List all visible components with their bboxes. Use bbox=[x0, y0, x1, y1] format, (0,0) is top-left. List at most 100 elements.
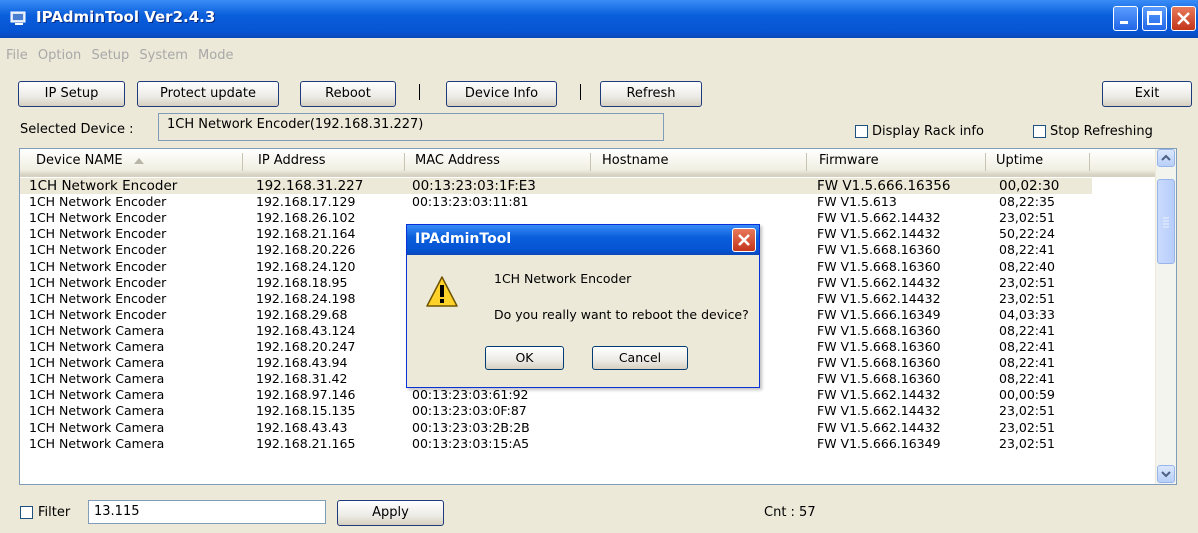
cell-name: 1CH Network Encoder bbox=[29, 306, 167, 322]
cell-fw: FW V1.5.662.14432 bbox=[817, 210, 941, 226]
cell-up: 08,22:41 bbox=[999, 355, 1055, 371]
minimize-icon bbox=[1120, 21, 1128, 24]
scroll-thumb[interactable] bbox=[1157, 179, 1175, 264]
chevron-down-icon bbox=[1161, 471, 1171, 478]
cell-name: 1CH Network Camera bbox=[29, 419, 165, 435]
cell-up: 00,02:30 bbox=[999, 178, 1060, 194]
dialog-cancel-button[interactable]: Cancel bbox=[592, 346, 688, 370]
ip-setup-button[interactable]: IP Setup bbox=[18, 81, 125, 107]
dialog-ok-button[interactable]: OK bbox=[485, 346, 564, 370]
scroll-down-button[interactable] bbox=[1157, 465, 1175, 483]
cell-ip: 192.168.24.198 bbox=[256, 290, 356, 306]
cell-mac: 00:13:23:03:0F:87 bbox=[412, 403, 527, 419]
cell-ip: 192.168.26.102 bbox=[256, 210, 356, 226]
cell-name: 1CH Network Encoder bbox=[29, 290, 167, 306]
cell-ip: 192.168.17.129 bbox=[256, 194, 356, 210]
cell-name: 1CH Network Camera bbox=[29, 403, 165, 419]
table-row[interactable]: 1CH Network Encoder 192.168.17.129 00:13:2… bbox=[20, 194, 1156, 210]
cell-fw: FW V1.5.662.14432 bbox=[817, 274, 941, 290]
menu-file[interactable]: File bbox=[6, 48, 28, 63]
close-icon bbox=[1177, 12, 1190, 25]
cell-ip: 192.168.43.94 bbox=[256, 355, 348, 371]
title-bar: IPAdminTool Ver2.4.3 bbox=[0, 0, 1198, 38]
reboot-confirm-dialog: IPAdminTool 1CH Network Encoder Do you r… bbox=[406, 224, 760, 388]
cell-up: 08,22:40 bbox=[999, 258, 1055, 274]
sort-ascending-icon bbox=[133, 157, 144, 164]
table-row[interactable]: 1CH Network Camera 192.168.43.43 00:13:23:… bbox=[20, 420, 1156, 436]
cell-fw: FW V1.5.668.16360 bbox=[817, 242, 941, 258]
cell-name: 1CH Network Encoder bbox=[29, 258, 167, 274]
device-info-button[interactable]: Device Info bbox=[446, 81, 557, 107]
cell-fw: FW V1.5.668.16360 bbox=[817, 258, 941, 274]
column-hostname[interactable]: Hostname bbox=[602, 153, 668, 168]
dialog-close-button[interactable] bbox=[732, 228, 756, 252]
column-device-name-label: Device NAME bbox=[36, 153, 123, 168]
menu-option[interactable]: Option bbox=[38, 48, 81, 63]
close-button[interactable] bbox=[1171, 6, 1196, 31]
cell-up: 08,22:41 bbox=[999, 242, 1055, 258]
column-divider bbox=[985, 153, 986, 171]
toolbar-separator bbox=[580, 84, 581, 100]
vertical-scrollbar[interactable] bbox=[1155, 149, 1176, 484]
cell-fw: FW V1.5.662.14432 bbox=[817, 419, 941, 435]
column-mac-address[interactable]: MAC Address bbox=[415, 153, 500, 168]
cell-fw: FW V1.5.613 bbox=[817, 194, 897, 210]
table-row-selected[interactable]: 1CH Network Encoder 192.168.31.227 00:13:2… bbox=[20, 178, 1092, 194]
exit-button[interactable]: Exit bbox=[1102, 81, 1192, 107]
cell-ip: 192.168.24.120 bbox=[256, 258, 356, 274]
protect-update-button[interactable]: Protect update bbox=[137, 81, 279, 107]
maximize-button[interactable] bbox=[1142, 6, 1167, 31]
apply-button[interactable]: Apply bbox=[337, 500, 444, 526]
cell-name: 1CH Network Camera bbox=[29, 355, 165, 371]
menu-mode[interactable]: Mode bbox=[198, 48, 233, 63]
menu-bar: File Option Setup System Mode bbox=[0, 48, 233, 70]
refresh-button[interactable]: Refresh bbox=[600, 81, 702, 107]
cell-name: 1CH Network Encoder bbox=[29, 242, 167, 258]
cell-up: 00,00:59 bbox=[999, 387, 1055, 403]
dialog-title-bar: IPAdminTool bbox=[407, 225, 759, 255]
app-icon bbox=[10, 11, 26, 25]
cell-ip: 192.168.20.247 bbox=[256, 339, 356, 354]
cell-fw: FW V1.5.662.14432 bbox=[817, 387, 941, 403]
filter-label: Filter bbox=[38, 505, 71, 520]
device-count: Cnt : 57 bbox=[764, 505, 816, 520]
stop-refreshing-checkbox[interactable] bbox=[1033, 125, 1046, 138]
table-row[interactable]: 1CH Network Camera 192.168.15.135 00:13:23… bbox=[20, 403, 1156, 419]
scroll-up-button[interactable] bbox=[1157, 149, 1175, 167]
column-firmware[interactable]: Firmware bbox=[819, 153, 879, 168]
list-header: Device NAME IP Address MAC Address Hostn… bbox=[20, 149, 1176, 177]
menu-system[interactable]: System bbox=[139, 48, 187, 63]
column-uptime[interactable]: Uptime bbox=[996, 153, 1043, 168]
dialog-title: IPAdminTool bbox=[415, 231, 512, 247]
cell-ip: 192.168.20.226 bbox=[256, 242, 356, 258]
menu-setup[interactable]: Setup bbox=[91, 48, 129, 63]
cell-name: 1CH Network Camera bbox=[29, 435, 165, 451]
cell-up: 08,22:35 bbox=[999, 194, 1055, 210]
cell-ip: 192.168.21.165 bbox=[256, 435, 356, 451]
cell-up: 04,03:33 bbox=[999, 306, 1055, 322]
column-divider bbox=[1089, 153, 1090, 171]
column-ip-address[interactable]: IP Address bbox=[258, 153, 326, 168]
table-row[interactable]: 1CH Network Camera 192.168.21.165 00:13:23… bbox=[20, 436, 1156, 452]
warning-icon bbox=[426, 276, 458, 307]
cell-up: 23,02:51 bbox=[999, 290, 1055, 306]
column-device-name[interactable]: Device NAME bbox=[36, 153, 145, 168]
reboot-button[interactable]: Reboot bbox=[300, 81, 396, 107]
display-rack-checkbox[interactable] bbox=[855, 125, 868, 138]
filter-checkbox[interactable] bbox=[20, 506, 33, 519]
cell-fw: FW V1.5.666.16356 bbox=[817, 178, 951, 194]
cell-up: 08,22:41 bbox=[999, 322, 1055, 338]
grip-icon bbox=[1163, 217, 1169, 228]
cell-name: 1CH Network Encoder bbox=[29, 178, 178, 194]
filter-input[interactable]: 13.115 bbox=[88, 500, 326, 524]
cell-fw: FW V1.5.668.16360 bbox=[817, 355, 941, 371]
column-divider bbox=[242, 153, 243, 171]
cell-ip: 192.168.43.43 bbox=[256, 419, 348, 435]
cell-ip: 192.168.97.146 bbox=[256, 387, 356, 403]
stop-refreshing-label: Stop Refreshing bbox=[1050, 124, 1153, 139]
cell-ip: 192.168.31.42 bbox=[256, 371, 348, 387]
selected-device-field: 1CH Network Encoder(192.168.31.227) bbox=[158, 113, 664, 141]
table-row[interactable]: 1CH Network Camera 192.168.97.146 00:13:23… bbox=[20, 387, 1156, 403]
minimize-button[interactable] bbox=[1113, 6, 1138, 31]
cell-name: 1CH Network Camera bbox=[29, 371, 165, 387]
